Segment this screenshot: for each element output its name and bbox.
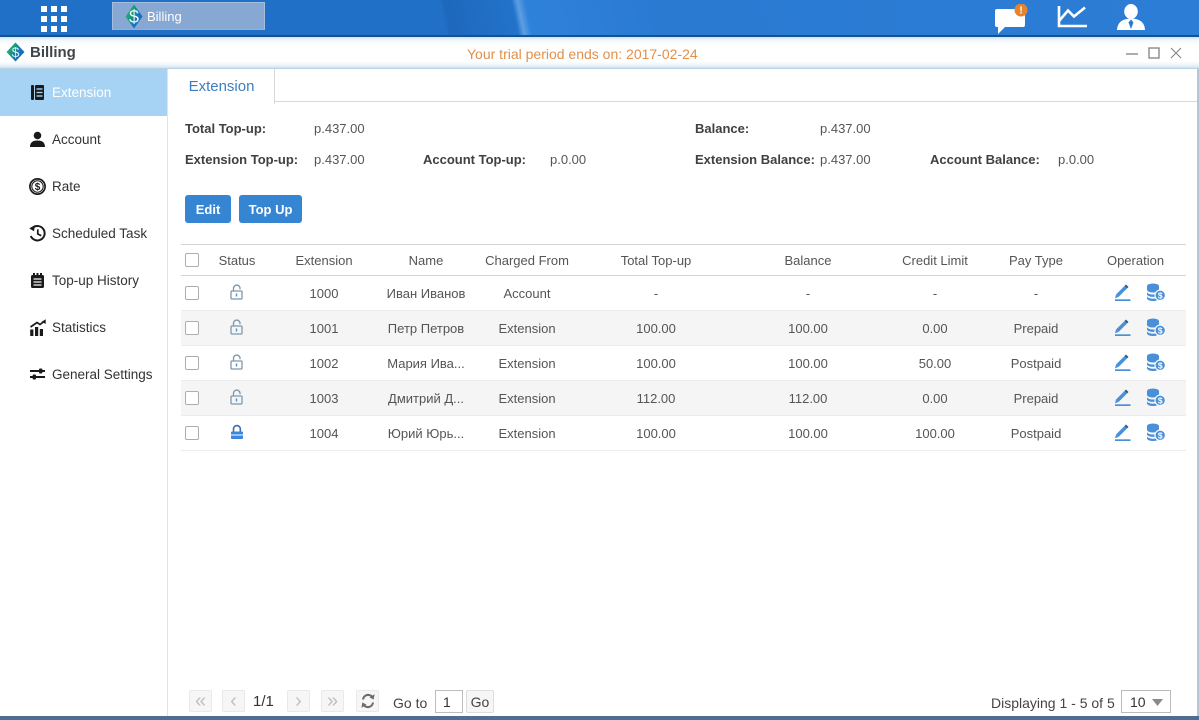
svg-text:!: ! (1019, 6, 1022, 17)
svg-text:$: $ (12, 44, 20, 60)
svg-text:$: $ (1158, 325, 1163, 335)
svg-text:$: $ (1158, 360, 1163, 370)
svg-text:$: $ (1158, 290, 1163, 300)
svg-text:$: $ (1158, 395, 1163, 405)
svg-text:$: $ (129, 7, 139, 27)
svg-text:$: $ (1158, 430, 1163, 440)
svg-text:$: $ (35, 182, 41, 193)
